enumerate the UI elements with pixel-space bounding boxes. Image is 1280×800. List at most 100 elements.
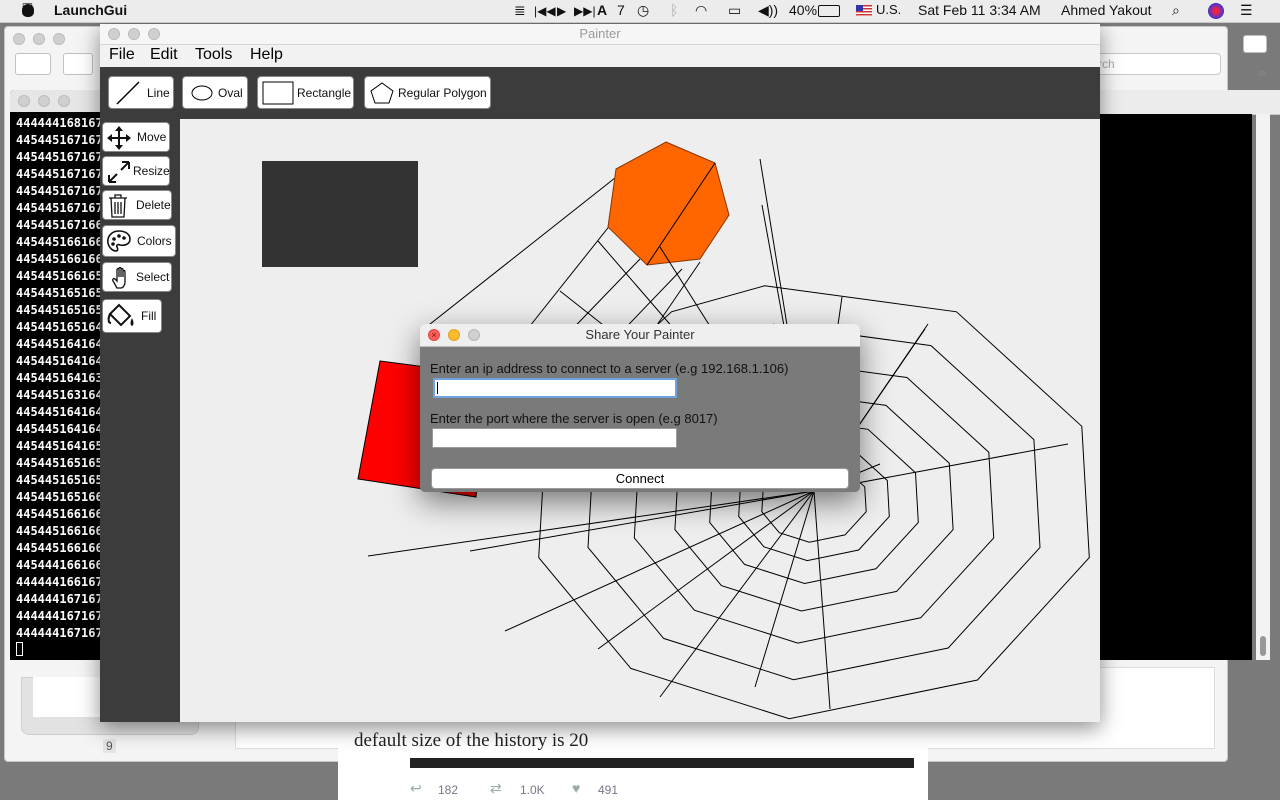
dialog-title: Share Your Painter <box>585 327 695 342</box>
orange-heptagon[interactable] <box>607 141 730 266</box>
terminal-line: 445445164164 <box>16 337 103 351</box>
terminal-line: 445445165165 <box>16 473 103 487</box>
datetime[interactable]: Sat Feb 11 3:34 AM <box>918 2 1041 18</box>
terminal-line: 445445166166 <box>16 541 103 555</box>
airplay-icon[interactable]: ▭ <box>728 2 741 19</box>
app-name[interactable]: LaunchGui <box>54 2 127 18</box>
delete-tool-button[interactable]: Delete <box>102 190 172 220</box>
terminal-line: 445444166166 <box>16 558 103 572</box>
paint-bucket-icon <box>107 303 134 327</box>
dialog-minimize-icon[interactable] <box>448 329 460 341</box>
colors-tool-label: Colors <box>137 234 172 248</box>
scrollbar[interactable] <box>1256 114 1270 660</box>
colors-tool-button[interactable]: Colors <box>102 225 176 257</box>
fill-tool-button[interactable]: Fill <box>102 299 162 333</box>
heart-icon[interactable]: ♥ <box>572 780 580 796</box>
scrollbar-thumb[interactable] <box>1260 636 1266 656</box>
reply-icon[interactable]: ↩ <box>410 780 422 797</box>
search-field[interactable]: rch <box>1093 53 1221 75</box>
pentagon-icon <box>370 82 394 104</box>
battery-icon[interactable] <box>818 5 840 17</box>
sidebar-toggle-icon[interactable] <box>15 53 51 75</box>
terminal-zoom-icon[interactable] <box>58 95 70 107</box>
line-icon <box>116 81 140 105</box>
tool-sidebar: Move Resize Delete Colors Select Fill <box>100 119 180 722</box>
input-source[interactable]: U.S. <box>876 2 901 17</box>
time-machine-icon[interactable]: ◷ <box>637 2 649 19</box>
terminal-line: 445445165165 <box>16 456 103 470</box>
terminal-line: 445445164165 <box>16 439 103 453</box>
dialog-close-icon[interactable]: × <box>428 329 440 341</box>
volume-icon[interactable]: ◀)) <box>758 2 778 19</box>
painter-minimize-icon[interactable] <box>128 28 140 40</box>
rectangle-tool-button[interactable]: Rectangle <box>257 76 354 109</box>
resize-tool-label: Resize <box>133 164 170 178</box>
play-icon[interactable]: ▶ <box>557 4 566 18</box>
menu-tools[interactable]: Tools <box>195 46 232 64</box>
next-track-icon[interactable]: ▶▶| <box>574 4 596 18</box>
polygon-tool-label: Regular Polygon <box>398 85 487 100</box>
painter-title: Painter <box>579 26 621 41</box>
web-spoke <box>813 490 831 710</box>
ip-address-input[interactable] <box>433 378 677 398</box>
zoom-out-icon[interactable] <box>63 53 93 75</box>
battery-percent[interactable]: 40% <box>789 2 817 18</box>
terminal-line: 444444167167 <box>16 609 103 623</box>
adobe-icon[interactable]: A <box>597 2 607 18</box>
terminal-line: 445445167167 <box>16 184 103 198</box>
notification-center-icon[interactable]: ☰ <box>1240 2 1253 19</box>
polygon-tool-button[interactable]: Regular Polygon <box>364 76 491 109</box>
terminal-line: 445445164163 <box>16 371 103 385</box>
spotlight-search-icon[interactable]: ⌕ <box>1172 2 1180 19</box>
terminal-minimize-icon[interactable] <box>38 95 50 107</box>
dark-rectangle[interactable] <box>262 161 418 267</box>
terminal-line: 445445166166 <box>16 235 103 249</box>
system-menubar:  LaunchGui ≣ |◀◀ ▶ ▶▶| A 7 ◷ ᛒ ◠ ▭ ◀)) … <box>0 0 1280 23</box>
menu-file[interactable]: File <box>109 46 135 64</box>
painter-zoom-icon[interactable] <box>148 28 160 40</box>
previous-track-icon[interactable]: |◀◀ <box>534 4 556 18</box>
select-tool-button[interactable]: Select <box>102 262 172 292</box>
terminal-line: 444444168167 <box>16 116 103 130</box>
connect-button[interactable]: Connect <box>431 468 849 489</box>
port-input[interactable] <box>432 428 677 448</box>
terminal-line: 445445167167 <box>16 133 103 147</box>
retweet-icon[interactable]: ⇄ <box>490 780 502 797</box>
menu-edit[interactable]: Edit <box>150 46 178 64</box>
terminal-line: 445445165166 <box>16 490 103 504</box>
palette-icon <box>107 230 131 252</box>
window-tile-icon[interactable] <box>1243 35 1267 53</box>
resize-tool-button[interactable]: Resize <box>102 156 170 186</box>
close-icon[interactable] <box>13 33 25 45</box>
move-tool-button[interactable]: Move <box>102 122 170 152</box>
menu-help[interactable]: Help <box>250 46 283 64</box>
wifi-icon[interactable]: ◠ <box>695 2 707 19</box>
reply-count: 182 <box>438 783 459 797</box>
dialog-zoom-icon[interactable] <box>468 329 480 341</box>
article-text: default size of the history is 20 <box>354 730 589 751</box>
page-number: 9 <box>103 739 116 753</box>
move-tool-label: Move <box>137 130 167 144</box>
terminal-line: 444444166167 <box>16 575 103 589</box>
line-tool-button[interactable]: Line <box>108 76 174 109</box>
siri-icon[interactable] <box>1208 3 1224 19</box>
us-flag-canton <box>856 5 863 11</box>
terminal-line: 445445164164 <box>16 405 103 419</box>
web-spoke <box>754 490 815 688</box>
user-name[interactable]: Ahmed Yakout <box>1061 2 1152 18</box>
painter-close-icon[interactable] <box>108 28 120 40</box>
chevron-right-icon[interactable]: » <box>1258 64 1266 80</box>
zoom-icon[interactable] <box>53 33 65 45</box>
minimize-icon[interactable] <box>33 33 45 45</box>
terminal-close-icon[interactable] <box>18 95 30 107</box>
list-menu-icon[interactable]: ≣ <box>514 2 526 19</box>
oval-tool-button[interactable]: Oval <box>182 76 248 109</box>
hand-icon <box>112 266 126 289</box>
line-shape[interactable] <box>419 173 621 333</box>
web-spoke <box>597 490 815 650</box>
keyboard-badge: 7 <box>617 2 625 18</box>
web-spoke <box>504 490 815 632</box>
bookmark-window <box>1100 90 1280 115</box>
shape-toolbar: Line Oval Rectangle Regular Polygon <box>100 67 1100 119</box>
bluetooth-icon[interactable]: ᛒ <box>670 2 678 18</box>
